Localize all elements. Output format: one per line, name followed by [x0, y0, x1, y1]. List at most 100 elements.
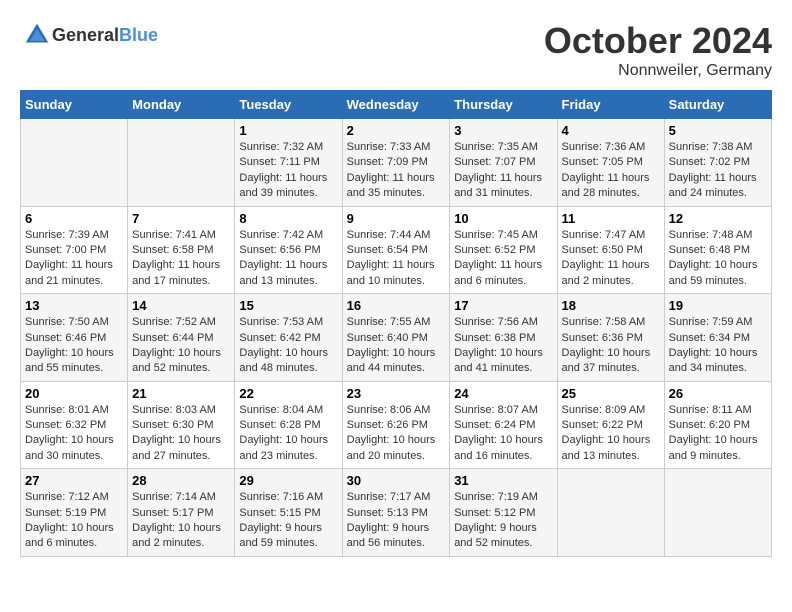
calendar-cell: 4 Sunrise: 7:36 AM Sunset: 7:05 PM Daylig…: [557, 119, 664, 207]
day-info: Sunrise: 8:07 AM Sunset: 6:24 PM Dayligh…: [454, 403, 552, 465]
calendar-cell: 5 Sunrise: 7:38 AM Sunset: 7:02 PM Daylig…: [664, 119, 771, 207]
day-number: 30: [347, 473, 446, 488]
calendar-week-row: 6 Sunrise: 7:39 AM Sunset: 7:00 PM Daylig…: [21, 206, 772, 294]
calendar-cell: 20Sunrise: 8:01 AM Sunset: 6:32 PM Dayli…: [21, 381, 128, 469]
calendar-cell: [557, 469, 664, 557]
calendar-cell: 6 Sunrise: 7:39 AM Sunset: 7:00 PM Daylig…: [21, 206, 128, 294]
day-number: 16: [347, 298, 446, 313]
day-info: Sunrise: 7:52 AM Sunset: 6:44 PM Dayligh…: [132, 315, 230, 377]
day-info: Sunrise: 7:41 AM Sunset: 6:58 PM Dayligh…: [132, 228, 230, 290]
calendar-cell: 16Sunrise: 7:55 AM Sunset: 6:40 PM Dayli…: [342, 294, 450, 382]
calendar-cell: 8 Sunrise: 7:42 AM Sunset: 6:56 PM Daylig…: [235, 206, 342, 294]
day-info: Sunrise: 8:09 AM Sunset: 6:22 PM Dayligh…: [562, 403, 660, 465]
calendar-cell: 19 Sunrise: 7:59 AM Sunset: 6:34 PM Dayli…: [664, 294, 771, 382]
calendar-cell: 14 Sunrise: 7:52 AM Sunset: 6:44 PM Dayli…: [128, 294, 235, 382]
weekday-header: Saturday: [664, 91, 771, 119]
day-info: Sunrise: 8:04 AM Sunset: 6:28 PM Dayligh…: [239, 403, 337, 465]
calendar-cell: 28 Sunrise: 7:14 AM Sunset: 5:17 PM Dayli…: [128, 469, 235, 557]
weekday-header: Wednesday: [342, 91, 450, 119]
day-info: Sunrise: 7:17 AM Sunset: 5:13 PM Dayligh…: [347, 490, 446, 552]
header: GeneralBlue October 2024 Nonnweiler, Ger…: [20, 20, 772, 80]
day-number: 19: [669, 298, 767, 313]
day-info: Sunrise: 8:03 AM Sunset: 6:30 PM Dayligh…: [132, 403, 230, 465]
calendar-cell: [21, 119, 128, 207]
day-number: 2: [347, 123, 446, 138]
day-number: 13: [25, 298, 123, 313]
location-title: Nonnweiler, Germany: [544, 62, 772, 80]
day-info: Sunrise: 7:58 AM Sunset: 6:36 PM Dayligh…: [562, 315, 660, 377]
day-info: Sunrise: 7:35 AM Sunset: 7:07 PM Dayligh…: [454, 140, 552, 202]
day-number: 9: [347, 211, 446, 226]
day-number: 24: [454, 386, 552, 401]
month-title: October 2024: [544, 20, 772, 62]
day-number: 29: [239, 473, 337, 488]
day-info: Sunrise: 7:44 AM Sunset: 6:54 PM Dayligh…: [347, 228, 446, 290]
calendar-cell: 22 Sunrise: 8:04 AM Sunset: 6:28 PM Dayli…: [235, 381, 342, 469]
calendar-cell: 15 Sunrise: 7:53 AM Sunset: 6:42 PM Dayli…: [235, 294, 342, 382]
day-number: 15: [239, 298, 337, 313]
day-number: 10: [454, 211, 552, 226]
day-info: Sunrise: 7:53 AM Sunset: 6:42 PM Dayligh…: [239, 315, 337, 377]
day-info: Sunrise: 7:42 AM Sunset: 6:56 PM Dayligh…: [239, 228, 337, 290]
calendar-cell: 27Sunrise: 7:12 AM Sunset: 5:19 PM Dayli…: [21, 469, 128, 557]
weekday-header: Monday: [128, 91, 235, 119]
day-info: Sunrise: 7:59 AM Sunset: 6:34 PM Dayligh…: [669, 315, 767, 377]
calendar-cell: 7 Sunrise: 7:41 AM Sunset: 6:58 PM Daylig…: [128, 206, 235, 294]
day-info: Sunrise: 7:39 AM Sunset: 7:00 PM Dayligh…: [25, 228, 123, 290]
logo-general-text: GeneralBlue: [52, 25, 158, 46]
day-info: Sunrise: 7:19 AM Sunset: 5:12 PM Dayligh…: [454, 490, 552, 552]
calendar-cell: 18Sunrise: 7:58 AM Sunset: 6:36 PM Dayli…: [557, 294, 664, 382]
day-number: 3: [454, 123, 552, 138]
day-info: Sunrise: 7:50 AM Sunset: 6:46 PM Dayligh…: [25, 315, 123, 377]
day-number: 28: [132, 473, 230, 488]
title-area: October 2024 Nonnweiler, Germany: [544, 20, 772, 80]
weekday-header: Friday: [557, 91, 664, 119]
day-number: 26: [669, 386, 767, 401]
day-info: Sunrise: 7:45 AM Sunset: 6:52 PM Dayligh…: [454, 228, 552, 290]
calendar-week-row: 13 Sunrise: 7:50 AM Sunset: 6:46 PM Dayli…: [21, 294, 772, 382]
day-number: 17: [454, 298, 552, 313]
calendar-week-row: 1 Sunrise: 7:32 AM Sunset: 7:11 PM Daylig…: [21, 119, 772, 207]
calendar-cell: 2Sunrise: 7:33 AM Sunset: 7:09 PM Daylig…: [342, 119, 450, 207]
calendar-cell: 9 Sunrise: 7:44 AM Sunset: 6:54 PM Daylig…: [342, 206, 450, 294]
day-number: 22: [239, 386, 337, 401]
calendar-cell: [664, 469, 771, 557]
day-info: Sunrise: 7:36 AM Sunset: 7:05 PM Dayligh…: [562, 140, 660, 202]
day-number: 5: [669, 123, 767, 138]
calendar-cell: 30 Sunrise: 7:17 AM Sunset: 5:13 PM Dayli…: [342, 469, 450, 557]
day-number: 7: [132, 211, 230, 226]
day-info: Sunrise: 8:06 AM Sunset: 6:26 PM Dayligh…: [347, 403, 446, 465]
calendar-header-row: SundayMondayTuesdayWednesdayThursdayFrid…: [21, 91, 772, 119]
day-info: Sunrise: 7:14 AM Sunset: 5:17 PM Dayligh…: [132, 490, 230, 552]
weekday-header: Tuesday: [235, 91, 342, 119]
day-info: Sunrise: 7:47 AM Sunset: 6:50 PM Dayligh…: [562, 228, 660, 290]
day-info: Sunrise: 7:56 AM Sunset: 6:38 PM Dayligh…: [454, 315, 552, 377]
weekday-header: Thursday: [450, 91, 557, 119]
day-number: 27: [25, 473, 123, 488]
calendar-cell: 1 Sunrise: 7:32 AM Sunset: 7:11 PM Daylig…: [235, 119, 342, 207]
day-number: 11: [562, 211, 660, 226]
calendar-week-row: 27Sunrise: 7:12 AM Sunset: 5:19 PM Dayli…: [21, 469, 772, 557]
calendar-cell: 11 Sunrise: 7:47 AM Sunset: 6:50 PM Dayli…: [557, 206, 664, 294]
day-info: Sunrise: 7:48 AM Sunset: 6:48 PM Dayligh…: [669, 228, 767, 290]
day-number: 31: [454, 473, 552, 488]
day-number: 1: [239, 123, 337, 138]
calendar-week-row: 20Sunrise: 8:01 AM Sunset: 6:32 PM Dayli…: [21, 381, 772, 469]
day-info: Sunrise: 7:38 AM Sunset: 7:02 PM Dayligh…: [669, 140, 767, 202]
day-info: Sunrise: 7:16 AM Sunset: 5:15 PM Dayligh…: [239, 490, 337, 552]
weekday-header: Sunday: [21, 91, 128, 119]
calendar-cell: 17 Sunrise: 7:56 AM Sunset: 6:38 PM Dayli…: [450, 294, 557, 382]
calendar-cell: 10 Sunrise: 7:45 AM Sunset: 6:52 PM Dayli…: [450, 206, 557, 294]
calendar: SundayMondayTuesdayWednesdayThursdayFrid…: [20, 90, 772, 557]
calendar-cell: [128, 119, 235, 207]
day-number: 14: [132, 298, 230, 313]
day-number: 6: [25, 211, 123, 226]
day-number: 8: [239, 211, 337, 226]
calendar-cell: 12 Sunrise: 7:48 AM Sunset: 6:48 PM Dayli…: [664, 206, 771, 294]
calendar-cell: 23Sunrise: 8:06 AM Sunset: 6:26 PM Dayli…: [342, 381, 450, 469]
calendar-cell: 26Sunrise: 8:11 AM Sunset: 6:20 PM Dayli…: [664, 381, 771, 469]
calendar-cell: 21Sunrise: 8:03 AM Sunset: 6:30 PM Dayli…: [128, 381, 235, 469]
day-number: 4: [562, 123, 660, 138]
day-info: Sunrise: 7:32 AM Sunset: 7:11 PM Dayligh…: [239, 140, 337, 202]
day-number: 12: [669, 211, 767, 226]
